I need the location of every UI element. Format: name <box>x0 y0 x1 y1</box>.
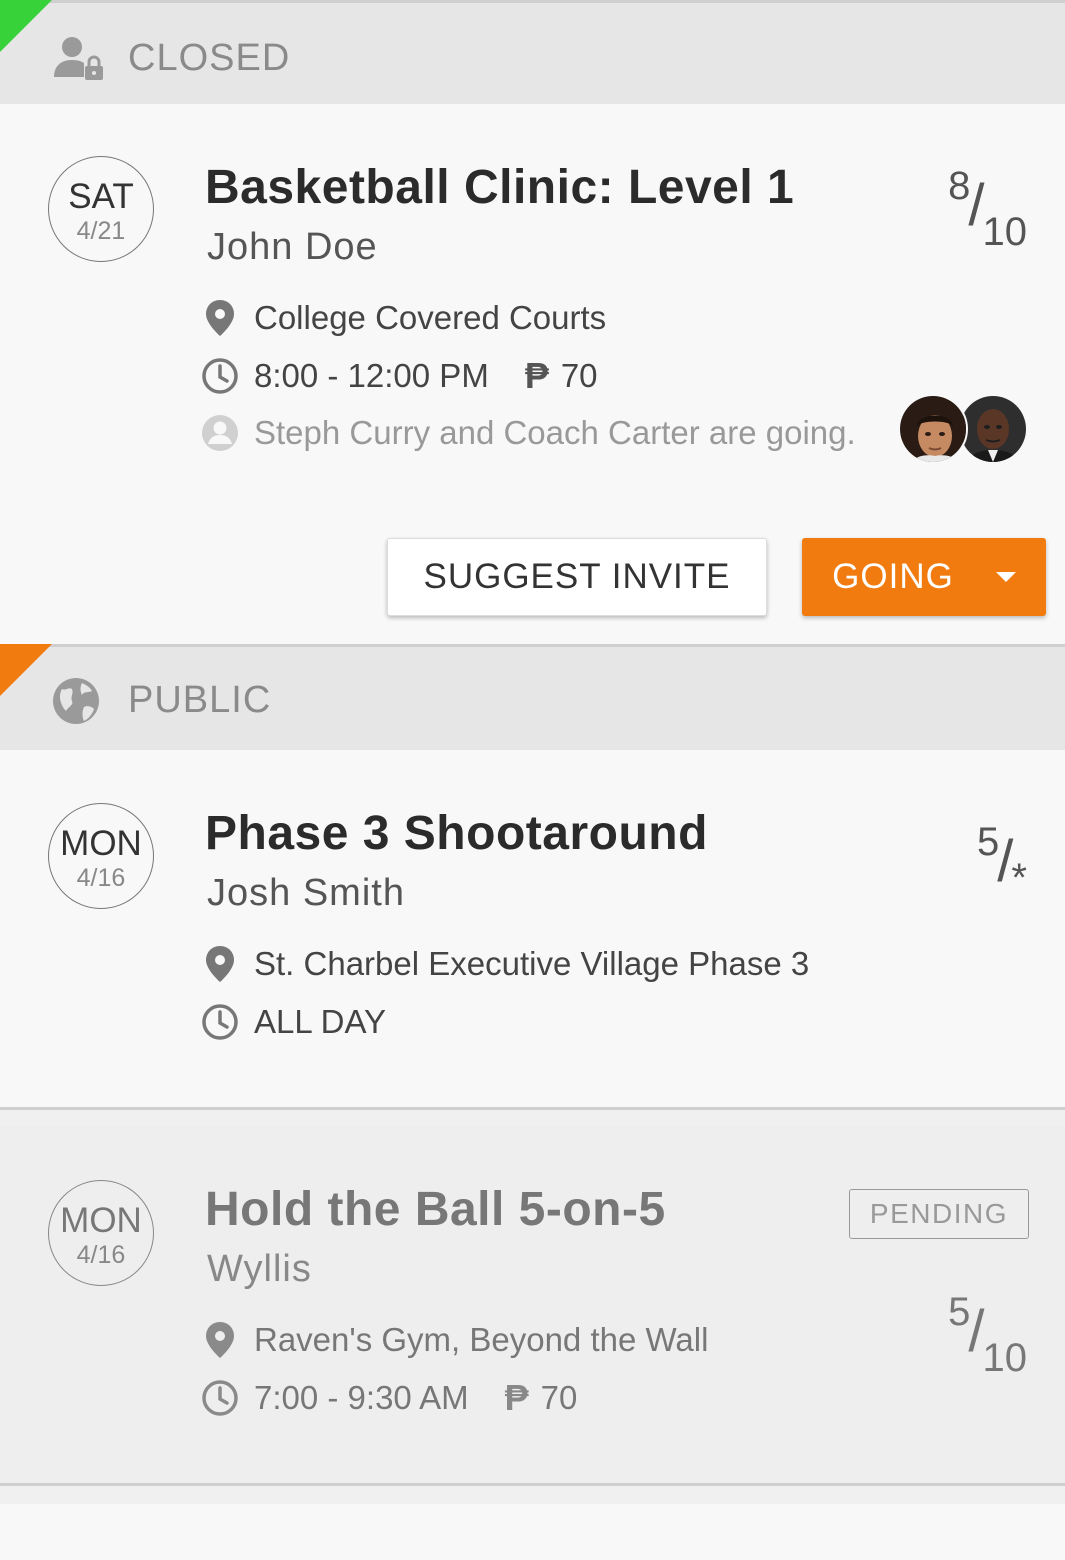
closed-corner-marker <box>0 0 52 52</box>
event-day: MON <box>60 824 142 863</box>
going-label: GOING <box>832 557 954 596</box>
event-time: ALL DAY <box>254 1003 387 1040</box>
event-card-pending[interactable]: MON 4/16 Hold the Ball 5-on-5 Wyllis PEN… <box>0 1126 1065 1484</box>
event-host[interactable]: John Doe <box>207 226 378 269</box>
date-badge: MON 4/16 <box>48 1180 154 1286</box>
time-row: 7:00 - 9:30 AM ₱ 70 <box>200 1376 577 1420</box>
location-pin-icon <box>206 1322 234 1358</box>
section-label: CLOSED <box>128 37 291 79</box>
time-row: 8:00 - 12:00 PM ₱ 70 <box>200 354 598 398</box>
event-location: Raven's Gym, Beyond the Wall <box>254 1321 709 1358</box>
event-card[interactable]: MON 4/16 Phase 3 Shootaround Josh Smith … <box>0 750 1065 1108</box>
attendance-count: 5/* <box>977 820 1027 900</box>
caret-down-icon <box>995 572 1016 582</box>
count-total: * <box>1011 856 1027 900</box>
peso-icon: ₱ <box>524 355 549 396</box>
clock-icon <box>202 358 238 394</box>
time-row: ALL DAY <box>200 1000 386 1044</box>
event-date: 4/16 <box>76 864 126 892</box>
section-label: PUBLIC <box>128 679 272 721</box>
location-pin-icon <box>206 946 234 982</box>
event-card[interactable]: SAT 4/21 Basketball Clinic: Level 1 John… <box>0 104 1065 644</box>
attendee-avatars[interactable] <box>898 394 1030 466</box>
attendance-count: 8/10 <box>948 164 1027 254</box>
clock-icon <box>202 1004 238 1040</box>
event-host[interactable]: Josh Smith <box>207 872 405 915</box>
count-total: 10 <box>982 210 1028 254</box>
card-divider <box>0 1483 1065 1486</box>
status-badge: PENDING <box>848 1189 1029 1239</box>
avatar-coach-carter[interactable] <box>958 394 1028 464</box>
event-time: 7:00 - 9:30 AM <box>254 1379 469 1416</box>
user-lock-icon <box>54 37 103 80</box>
suggest-invite-label: SUGGEST INVITE <box>423 557 731 596</box>
section-header-closed: CLOSED <box>0 0 1065 104</box>
public-corner-marker <box>0 644 52 696</box>
attendance-count: 5/10 <box>948 1290 1027 1380</box>
event-date: 4/21 <box>76 217 126 245</box>
going-dropdown-button[interactable]: GOING <box>802 538 1046 616</box>
location-row: Raven's Gym, Beyond the Wall <box>200 1318 708 1362</box>
avatar-steph-curry[interactable] <box>898 394 968 464</box>
event-time: 8:00 - 12:00 PM <box>254 357 489 394</box>
attendees-row: Steph Curry and Coach Carter are going. <box>200 411 856 455</box>
avatar-image <box>960 396 1026 462</box>
event-title[interactable]: Hold the Ball 5-on-5 <box>205 1182 666 1237</box>
event-host[interactable]: Wyllis <box>207 1248 312 1291</box>
event-day: MON <box>60 1201 142 1240</box>
location-pin-icon <box>206 300 234 336</box>
event-price: 70 <box>540 1379 578 1416</box>
event-date: 4/16 <box>76 1241 126 1269</box>
event-location: St. Charbel Executive Village Phase 3 <box>254 945 810 982</box>
location-row: St. Charbel Executive Village Phase 3 <box>200 942 809 986</box>
section-header-public: PUBLIC <box>0 644 1065 750</box>
count-going: 5 <box>977 820 1000 864</box>
event-day: SAT <box>68 177 134 216</box>
next-card-edge <box>0 1504 1065 1560</box>
event-location: College Covered Courts <box>254 299 607 336</box>
count-total: 10 <box>982 1336 1028 1380</box>
person-circle-icon <box>202 415 238 451</box>
card-divider <box>0 1107 1065 1110</box>
event-title[interactable]: Phase 3 Shootaround <box>205 806 708 861</box>
suggest-invite-button[interactable]: SUGGEST INVITE <box>387 538 767 616</box>
clock-icon <box>202 1380 238 1416</box>
event-price: 70 <box>560 357 598 394</box>
attendees-text: Steph Curry and Coach Carter are going. <box>254 414 856 451</box>
location-row: College Covered Courts <box>200 296 606 340</box>
date-badge: MON 4/16 <box>48 803 154 909</box>
date-badge: SAT 4/21 <box>48 156 154 262</box>
globe-icon <box>53 678 99 724</box>
event-title[interactable]: Basketball Clinic: Level 1 <box>205 160 794 215</box>
avatar-image <box>900 396 966 462</box>
peso-icon: ₱ <box>504 1377 529 1418</box>
